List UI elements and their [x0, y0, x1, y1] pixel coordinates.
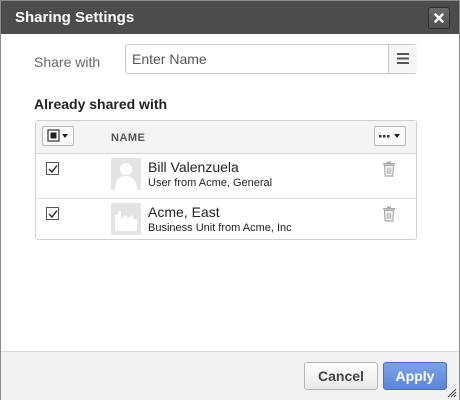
more-actions-dropdown[interactable] [374, 126, 406, 146]
hamburger-menu-icon [397, 53, 409, 64]
more-options-icon [379, 134, 400, 138]
select-all-checkbox-icon [47, 129, 68, 142]
user-silhouette-icon [115, 163, 137, 190]
shared-entity-name: Acme, East [148, 204, 220, 220]
avatar [111, 203, 141, 235]
already-shared-title: Already shared with [34, 96, 168, 112]
shared-entity-description: User from Acme, General [148, 177, 273, 189]
row-checkbox[interactable] [46, 207, 59, 220]
factory-icon [115, 211, 137, 231]
shared-entity-description: Business Unit from Acme, Inc [148, 222, 292, 234]
share-with-label: Share with [34, 54, 101, 70]
close-button[interactable] [428, 7, 450, 29]
select-all-dropdown[interactable] [42, 126, 74, 146]
share-name-input[interactable] [125, 44, 417, 74]
table-row: Acme, East Business Unit from Acme, Inc [36, 199, 416, 243]
cancel-button[interactable]: Cancel [304, 362, 378, 390]
table-header: NAME [36, 121, 416, 154]
checkmark-icon [48, 210, 58, 219]
trash-icon[interactable] [382, 206, 396, 222]
apply-button[interactable]: Apply [383, 362, 447, 390]
checkmark-icon [48, 165, 58, 174]
share-options-button[interactable] [388, 45, 417, 73]
dialog-body: Share with Already shared with NAME [1, 34, 459, 351]
dialog-title: Sharing Settings [15, 9, 135, 26]
trash-icon[interactable] [382, 161, 396, 177]
sharing-settings-dialog: Sharing Settings Share with Already shar… [0, 0, 460, 400]
row-checkbox[interactable] [46, 162, 59, 175]
resize-grip-icon[interactable] [447, 388, 457, 398]
column-header-name: NAME [111, 132, 146, 144]
dialog-titlebar: Sharing Settings [1, 1, 459, 34]
shared-with-table: NAME Bill Valenzuela User from Acme, Gen… [35, 120, 417, 240]
shared-entity-name: Bill Valenzuela [148, 159, 239, 175]
avatar [111, 158, 141, 190]
dialog-footer: Cancel Apply [1, 351, 459, 400]
table-row: Bill Valenzuela User from Acme, General [36, 154, 416, 199]
close-icon [434, 13, 444, 23]
